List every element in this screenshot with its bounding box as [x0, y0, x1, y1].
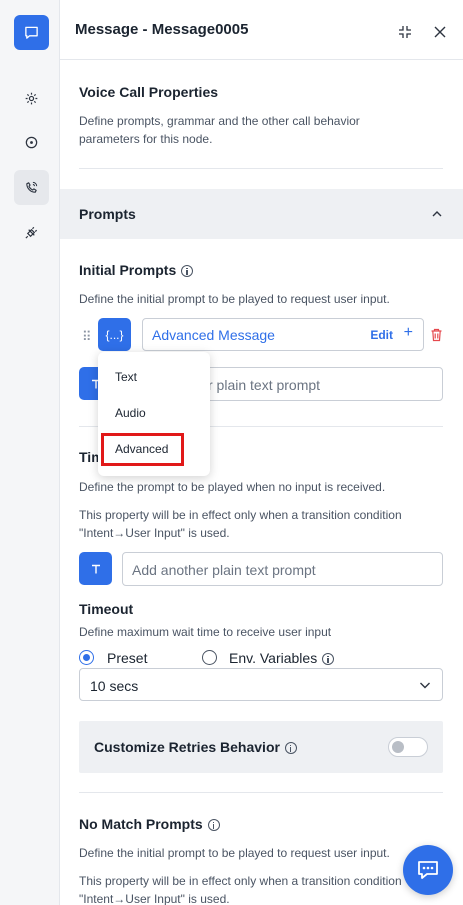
left-rail [0, 0, 60, 905]
advanced-highlight-box [101, 433, 184, 466]
voice-call-description: Define prompts, grammar and the other ca… [79, 114, 360, 146]
timeout-select-value: 10 secs [90, 678, 139, 694]
timeout-description: Define maximum wait time to receive user… [79, 625, 332, 639]
connection-nav-button[interactable] [14, 215, 49, 250]
prompt-type-button[interactable]: {...} [98, 318, 131, 351]
initial-prompts-label: Initial Prompts [79, 262, 177, 278]
info-icon[interactable] [181, 265, 194, 278]
prompts-title: Prompts [79, 206, 136, 222]
customize-retries-row: Customize Retries Behavior [79, 721, 443, 773]
chevron-down-icon [420, 682, 430, 689]
advanced-message-value: Advanced Message [152, 327, 275, 343]
advanced-message-field[interactable]: Advanced Message Edit + [142, 318, 424, 351]
prompts-section-header[interactable]: Prompts [60, 189, 463, 239]
no-match-description: Define the initial prompt to be played t… [79, 846, 390, 860]
chat-support-button[interactable] [403, 845, 453, 895]
panel-title: Message - Message0005 [75, 21, 249, 38]
timeout-title: Timeout [79, 601, 134, 617]
info-icon[interactable] [207, 819, 220, 832]
timeout-select[interactable]: 10 secs [79, 668, 443, 701]
env-variables-label[interactable]: Env. Variables [229, 650, 335, 666]
collapse-button[interactable] [397, 24, 413, 40]
no-match-label: No Match Prompts [79, 816, 203, 832]
edit-link[interactable]: Edit [370, 328, 393, 342]
voice-call-nav-button[interactable] [14, 170, 49, 205]
customize-retries-toggle[interactable] [388, 737, 428, 757]
gear-icon [25, 92, 38, 105]
collapse-icon [399, 26, 411, 38]
info-icon[interactable] [322, 653, 335, 666]
menu-item-text[interactable]: Text [115, 370, 137, 384]
info-icon[interactable] [284, 742, 297, 755]
target-nav-button[interactable] [14, 125, 49, 160]
plug-icon [25, 226, 38, 239]
settings-nav-button[interactable] [14, 81, 49, 116]
panel-header: Message - Message0005 [60, 0, 463, 60]
env-variables-text: Env. Variables [229, 650, 318, 666]
drag-handle-icon[interactable]: ⠿ [82, 329, 91, 345]
customize-retries-title: Customize Retries Behavior [94, 739, 297, 755]
prompt-type-label: {...} [105, 327, 124, 342]
timeout-prompts-description: Define the prompt to be played when no i… [79, 480, 386, 494]
preset-radio[interactable] [79, 650, 94, 665]
chat-support-icon [418, 861, 438, 879]
timeout-plain-text-placeholder: Add another plain text prompt [132, 562, 316, 578]
close-icon [434, 26, 446, 38]
customize-retries-label: Customize Retries Behavior [94, 739, 280, 755]
plain-text-prompt-placeholder: r plain text prompt [208, 377, 321, 393]
message-nav-button[interactable] [14, 15, 49, 50]
close-button[interactable] [432, 24, 448, 40]
target-icon [25, 136, 38, 149]
divider [79, 168, 443, 169]
divider [79, 792, 443, 793]
no-match-title: No Match Prompts [79, 816, 220, 832]
trash-icon[interactable] [430, 328, 443, 342]
menu-item-audio[interactable]: Audio [115, 406, 146, 420]
text-type-button[interactable] [79, 552, 112, 585]
initial-prompts-description: Define the initial prompt to be played t… [79, 292, 390, 306]
panel-content: Voice Call Properties Define prompts, gr… [60, 61, 463, 905]
text-icon [91, 564, 100, 573]
timeout-prompts-note: This property will be in effect only whe… [79, 508, 402, 540]
voice-call-title: Voice Call Properties [79, 84, 219, 100]
no-match-note: This property will be in effect only whe… [79, 874, 402, 905]
chevron-up-icon [432, 211, 442, 217]
chat-bubble-icon [25, 26, 38, 39]
env-variables-radio[interactable] [202, 650, 217, 665]
phone-call-icon [26, 181, 38, 193]
initial-prompts-title: Initial Prompts [79, 262, 194, 278]
timeout-plain-text-input[interactable]: Add another plain text prompt [122, 552, 443, 586]
add-icon[interactable]: + [404, 324, 413, 342]
preset-label[interactable]: Preset [107, 650, 147, 666]
